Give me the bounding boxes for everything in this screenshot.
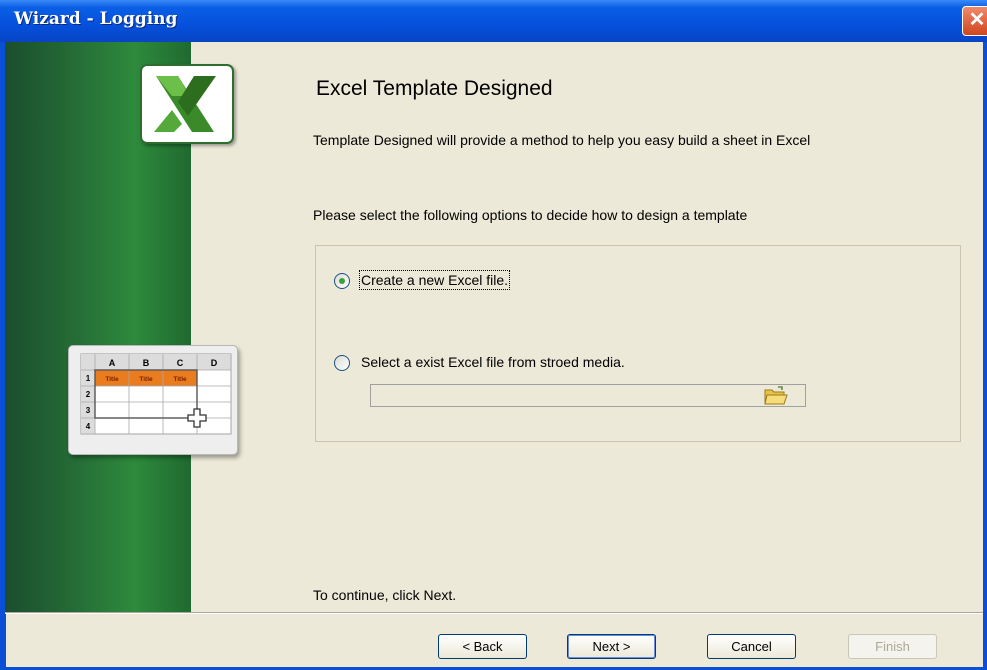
grid-title-cell: Title <box>173 376 187 383</box>
grid-column-label: D <box>211 358 218 368</box>
radio-selected-dot <box>339 278 345 284</box>
button-divider <box>5 612 983 614</box>
grid-row-label: 2 <box>86 390 91 399</box>
grid-row-label: 4 <box>86 422 91 431</box>
radio-select-existing[interactable] <box>334 355 350 371</box>
cancel-button[interactable]: Cancel <box>707 634 796 659</box>
back-button[interactable]: < Back <box>438 634 527 659</box>
title-bar[interactable]: Wizard - Logging ✕ <box>0 0 987 42</box>
folder-graphic <box>764 386 788 405</box>
grid-column-header-bar <box>81 354 231 370</box>
grid-title-cell: Title <box>139 376 153 383</box>
grid-column-label: B <box>143 358 150 368</box>
close-button[interactable]: ✕ <box>962 6 987 36</box>
grid-title-cell: Title <box>105 376 119 383</box>
excel-logo-icon <box>140 64 234 144</box>
grid-row-label: 1 <box>86 374 91 383</box>
grid-row-label: 3 <box>86 406 91 415</box>
page-title: Excel Template Designed <box>316 77 553 100</box>
page-description: Template Designed will provide a method … <box>313 132 811 148</box>
radio-select-existing-label[interactable]: Select a exist Excel file from stroed me… <box>361 354 625 370</box>
next-button[interactable]: Next > <box>567 634 656 659</box>
folder-open-icon[interactable] <box>763 385 789 406</box>
close-icon: ✕ <box>968 9 986 31</box>
file-path-field[interactable] <box>370 384 806 407</box>
grid-graphic: A B C D 1 2 3 4 Title Title Title <box>80 353 232 435</box>
grid-column-label: A <box>109 358 116 368</box>
excel-x-graphic <box>154 76 216 132</box>
radio-create-new[interactable] <box>334 273 350 289</box>
options-instruction: Please select the following options to d… <box>313 207 748 223</box>
grid-column-label: C <box>177 358 184 368</box>
continue-hint: To continue, click Next. <box>313 587 457 603</box>
radio-create-new-label[interactable]: Create a new Excel file. <box>358 270 511 290</box>
spreadsheet-grid-illustration: A B C D 1 2 3 4 Title Title Title <box>68 345 238 455</box>
finish-button: Finish <box>848 634 937 659</box>
window-title: Wizard - Logging <box>14 9 178 29</box>
